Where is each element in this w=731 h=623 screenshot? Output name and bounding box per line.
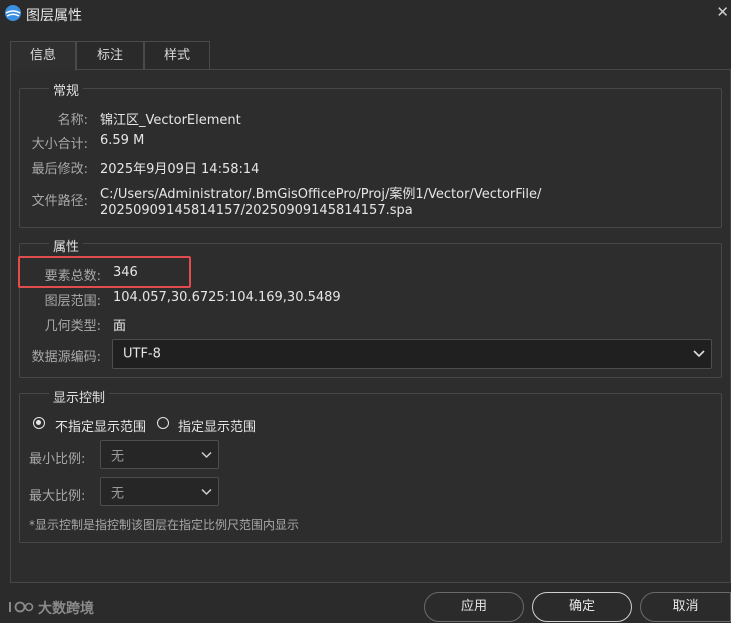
tab-style[interactable]: 样式 <box>144 41 210 69</box>
radio-selected-dot <box>36 420 41 425</box>
encoding-select-value: UTF-8 <box>123 346 161 362</box>
chevron-down-icon <box>693 350 705 358</box>
radio-unspecified-label[interactable]: 不指定显示范围 <box>55 416 146 435</box>
extent-label: 图层范围: <box>44 294 101 309</box>
attributes-group-title: 属性 <box>49 236 84 255</box>
modified-label: 最后修改: <box>31 162 88 177</box>
title-bar: 图层属性 ✕ <box>0 0 731 28</box>
geometry-type-label: 几何类型: <box>44 319 101 334</box>
path-value-line2: 20250909145814157/20250909145814157.spa <box>100 203 413 218</box>
ok-button[interactable]: 确定 <box>532 592 632 622</box>
min-scale-label: 最小比例: <box>29 452 86 467</box>
window-title: 图层属性 <box>26 8 82 24</box>
modified-value: 2025年9月09日 14:58:14 <box>100 162 260 177</box>
radio-unspecified-range[interactable] <box>33 417 45 429</box>
size-label: 大小合计: <box>31 137 88 152</box>
feature-count-label: 要素总数: <box>44 269 101 284</box>
name-value: 锦江区_VectorElement <box>100 113 241 128</box>
name-label: 名称: <box>57 113 88 128</box>
max-scale-select[interactable]: 无 <box>100 477 219 506</box>
watermark-logo-icon <box>9 601 34 613</box>
min-scale-select[interactable]: 无 <box>100 440 219 469</box>
app-logo-icon <box>5 5 21 21</box>
close-icon[interactable]: ✕ <box>716 3 729 21</box>
path-label: 文件路径: <box>31 194 88 209</box>
apply-button[interactable]: 应用 <box>424 592 524 622</box>
display-control-group-title: 显示控制 <box>49 387 110 406</box>
chevron-down-icon <box>201 451 212 458</box>
radio-specified-label[interactable]: 指定显示范围 <box>178 416 256 435</box>
watermark-text: 大数跨境 <box>38 601 94 617</box>
feature-count-value: 346 <box>113 265 138 280</box>
path-value-line1: C:/Users/Administrator/.BmGisOfficePro/P… <box>100 187 542 202</box>
cancel-button[interactable]: 取消 <box>640 592 731 622</box>
geometry-type-value: 面 <box>113 319 127 334</box>
general-group-title: 常规 <box>49 80 84 99</box>
tab-info[interactable]: 信息 <box>10 41 76 71</box>
extent-value: 104.057,30.6725:104.169,30.5489 <box>113 290 341 305</box>
chevron-down-icon <box>201 488 212 495</box>
encoding-label: 数据源编码: <box>31 350 101 365</box>
tab-label[interactable]: 标注 <box>76 41 144 69</box>
display-control-note: *显示控制是指控制该图层在指定比例尺范围内显示 <box>29 518 300 532</box>
size-value: 6.59 M <box>100 133 145 148</box>
radio-specified-range[interactable] <box>157 417 169 429</box>
min-scale-value: 无 <box>111 449 125 464</box>
max-scale-value: 无 <box>111 486 125 501</box>
encoding-select[interactable]: UTF-8 <box>112 339 712 369</box>
max-scale-label: 最大比例: <box>29 489 86 504</box>
